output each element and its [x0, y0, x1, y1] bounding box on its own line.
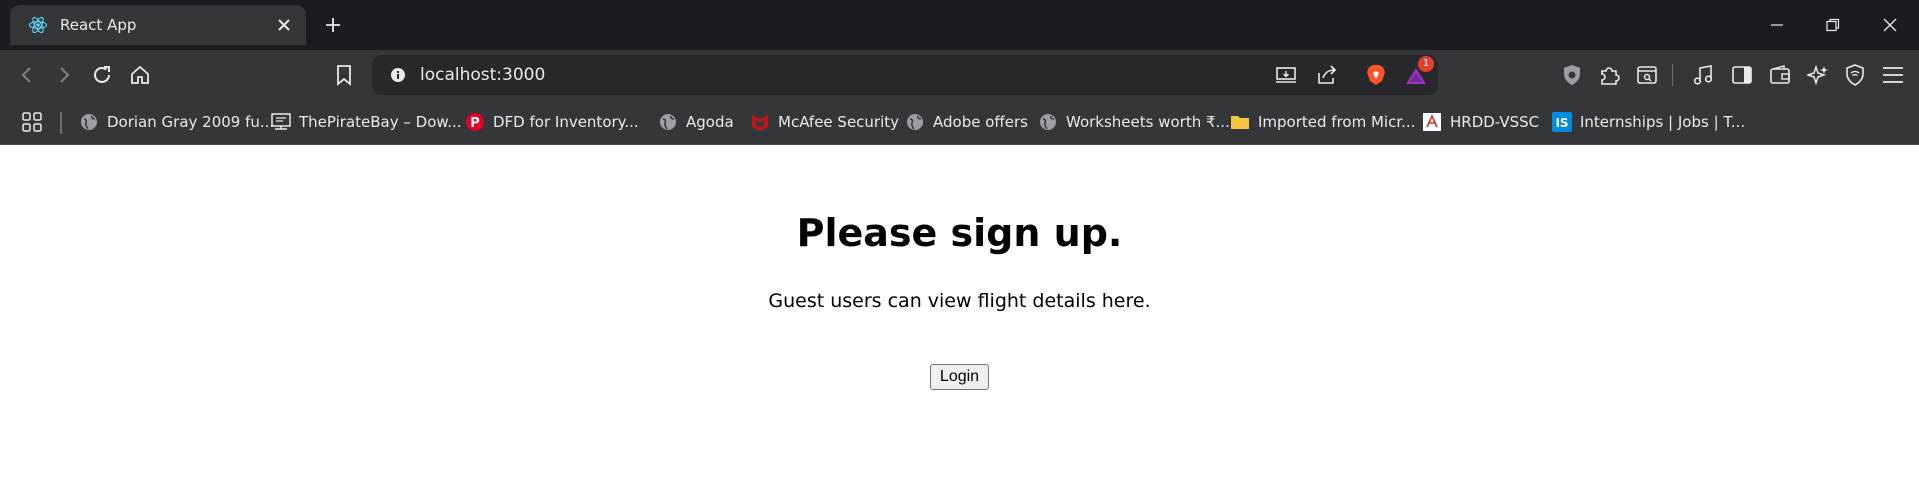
tab-title: React App — [60, 16, 137, 34]
globe-icon — [1038, 112, 1058, 132]
tab-strip: React App — [0, 0, 1919, 50]
menu-icon[interactable] — [1878, 60, 1908, 90]
page-heading: Please sign up. — [796, 211, 1123, 255]
svg-text:IS: IS — [1555, 116, 1568, 130]
navigation-toolbar: localhost:3000 1 — [0, 50, 1919, 100]
bookmark-item[interactable]: IS Internships | Jobs | T... — [1552, 110, 1745, 134]
bookmark-item[interactable]: Adobe offers — [905, 110, 1028, 134]
minimize-icon[interactable] — [1762, 10, 1792, 40]
leo-ai-icon[interactable] — [1803, 60, 1833, 90]
reload-icon[interactable] — [87, 60, 117, 90]
bookmark-item[interactable]: Dorian Gray 2009 fu... — [79, 110, 274, 134]
bookmark-item[interactable]: ThePirateBay – Dow... — [271, 110, 462, 134]
tab-react-app[interactable]: React App — [10, 5, 306, 45]
share-icon[interactable] — [1313, 61, 1341, 89]
notification-badge: 1 — [1418, 56, 1434, 72]
page-content: Please sign up. Guest users can view fli… — [0, 145, 1919, 498]
page-subtitle: Guest users can view flight details here… — [768, 290, 1151, 312]
login-button[interactable]: Login — [930, 364, 989, 390]
apps-grid-icon[interactable] — [21, 110, 43, 134]
bookmark-label: Imported from Micr... — [1258, 113, 1416, 131]
site-icon — [1422, 112, 1442, 132]
media-music-icon[interactable] — [1688, 60, 1718, 90]
bookmark-label: Internships | Jobs | T... — [1580, 113, 1746, 131]
bookmark-label: ThePirateBay – Dow... — [299, 113, 462, 131]
globe-icon — [79, 112, 99, 132]
folder-icon — [1230, 112, 1250, 132]
bookmark-icon[interactable] — [329, 60, 359, 90]
bookmark-label: Agoda — [686, 113, 734, 131]
bookmark-label: McAfee Security — [778, 113, 900, 131]
internshala-icon: IS — [1552, 112, 1572, 132]
home-icon[interactable] — [125, 60, 155, 90]
browser-chrome: React App localhost:3000 1 Dorian Gray 2… — [0, 0, 1919, 145]
url-text[interactable]: localhost:3000 — [420, 65, 545, 85]
bookmark-label: HRDD-VSSC — [1450, 113, 1540, 131]
toolbar-divider — [1672, 64, 1673, 86]
bookmark-item[interactable]: P DFD for Inventory... — [465, 110, 639, 134]
close-tab-icon[interactable] — [270, 11, 298, 39]
site-info-icon[interactable] — [384, 61, 412, 89]
svg-text:P: P — [470, 116, 480, 131]
bookmark-label: Dorian Gray 2009 fu... — [107, 113, 275, 131]
close-window-icon[interactable] — [1875, 10, 1905, 40]
tab-search-icon[interactable] — [1632, 60, 1662, 90]
bookmark-label: Worksheets worth ₹... — [1066, 113, 1230, 131]
pinterest-icon: P — [465, 112, 485, 132]
bookmark-item[interactable]: Agoda — [658, 110, 734, 134]
mcafee-icon — [750, 112, 770, 132]
bookmark-label: Adobe offers — [933, 113, 1028, 131]
bookmark-label: DFD for Inventory... — [493, 113, 639, 131]
brave-shields-icon[interactable] — [1362, 61, 1390, 89]
bookmark-item[interactable]: Imported from Micr... — [1230, 110, 1415, 134]
vpn-shield-icon[interactable] — [1557, 60, 1587, 90]
address-bar[interactable]: localhost:3000 1 — [372, 55, 1438, 95]
back-icon[interactable] — [12, 60, 42, 90]
bookmarks-divider — [60, 112, 62, 134]
site-icon — [271, 112, 291, 132]
wallet-icon[interactable] — [1765, 60, 1795, 90]
bookmark-item[interactable]: Worksheets worth ₹... — [1038, 110, 1230, 134]
restore-icon[interactable] — [1818, 10, 1848, 40]
bookmarks-bar: Dorian Gray 2009 fu... ThePirateBay – Do… — [0, 100, 1919, 145]
react-logo-icon — [28, 15, 48, 35]
bookmark-item[interactable]: HRDD-VSSC — [1422, 110, 1539, 134]
globe-icon — [905, 112, 925, 132]
sidebar-icon[interactable] — [1727, 60, 1757, 90]
globe-icon — [658, 112, 678, 132]
install-app-icon[interactable] — [1272, 61, 1300, 89]
vpn-icon[interactable] — [1840, 60, 1870, 90]
forward-icon[interactable] — [49, 60, 79, 90]
bookmark-item[interactable]: McAfee Security — [750, 110, 899, 134]
extensions-icon[interactable] — [1594, 60, 1624, 90]
new-tab-icon[interactable] — [318, 10, 348, 40]
